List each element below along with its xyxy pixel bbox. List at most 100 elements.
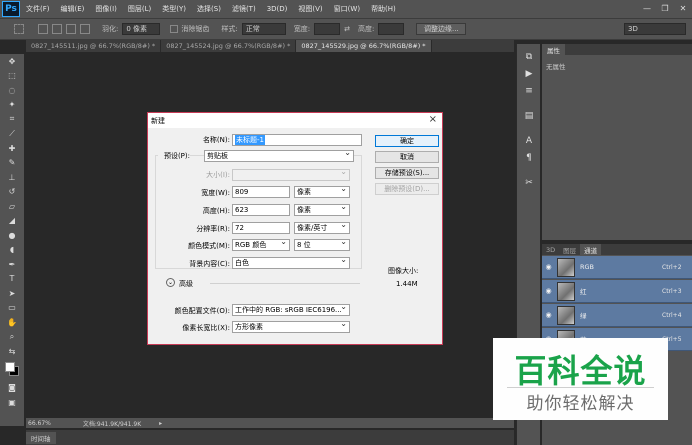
magic-wand-icon[interactable]: ✦ — [0, 98, 24, 113]
menu-window[interactable]: 窗口(W) — [334, 4, 360, 14]
workspace-select[interactable]: 3D — [624, 23, 686, 35]
new-selection-icon[interactable] — [38, 24, 48, 34]
quick-mask-icon[interactable]: ◙ — [0, 381, 24, 396]
menu-image[interactable]: 图像(I) — [95, 4, 117, 14]
style-select[interactable]: 正常 — [241, 23, 286, 35]
healing-brush-icon[interactable]: ✚ — [0, 141, 24, 156]
color-profile-select[interactable]: 工作中的 RGB: sRGB IEC6196... — [232, 304, 350, 316]
channel-thumbnail — [557, 257, 575, 277]
marquee-tool-icon[interactable]: ⬚ — [0, 69, 24, 84]
brush-tool-icon[interactable]: ✎ — [0, 156, 24, 171]
background-select[interactable]: 白色 — [232, 257, 350, 269]
refine-edge-button[interactable]: 调整边缘... — [416, 23, 467, 35]
channel-row-green[interactable]: ◉ 绿 Ctrl+4 — [542, 304, 692, 327]
marquee-tool-icon[interactable] — [14, 24, 24, 34]
character-panel-icon[interactable]: A — [517, 132, 541, 149]
zoom-level[interactable]: 66.67% — [28, 420, 51, 427]
timeline-tab[interactable]: 时间轴 — [26, 431, 56, 444]
feather-input[interactable]: 0 像素 — [122, 23, 161, 35]
path-selection-icon[interactable]: ➤ — [0, 286, 24, 301]
status-arrow-icon[interactable]: ▸ — [159, 420, 162, 427]
pen-tool-icon[interactable]: ✒ — [0, 257, 24, 272]
new-document-dialog: 新建 × 名称(N): 未标题-1 预设(P): 剪贴板 大小(I): 宽度(W… — [147, 112, 443, 345]
close-icon[interactable]: × — [429, 114, 437, 125]
cancel-button[interactable]: 取消 — [375, 151, 439, 163]
adjustments-panel-icon[interactable]: ≡ — [517, 82, 541, 99]
advanced-toggle[interactable]: 高级 — [179, 279, 193, 289]
channel-row-red[interactable]: ◉ 红 Ctrl+3 — [542, 280, 692, 303]
add-selection-icon[interactable] — [52, 24, 62, 34]
antialias-checkbox[interactable] — [170, 25, 179, 33]
width-input[interactable]: 809 — [232, 186, 290, 198]
ok-button[interactable]: 确定 — [375, 135, 439, 147]
menu-filter[interactable]: 滤镜(T) — [232, 4, 256, 14]
dodge-tool-icon[interactable]: ◖ — [0, 243, 24, 258]
width-unit-select[interactable]: 像素 — [294, 186, 350, 198]
paint-bucket-icon[interactable]: ◢ — [0, 214, 24, 229]
actions-panel-icon[interactable]: ▶ — [517, 65, 541, 82]
lasso-tool-icon[interactable]: ◌ — [0, 83, 24, 98]
tab-document-2[interactable]: 0827_145524.jpg @ 66.7%(RGB/8#) * — [161, 40, 297, 52]
size-select — [232, 169, 350, 181]
tools-preset-icon[interactable]: ✂ — [517, 174, 541, 191]
menu-type[interactable]: 类型(Y) — [162, 4, 186, 14]
intersect-selection-icon[interactable] — [80, 24, 90, 34]
type-tool-icon[interactable]: T — [0, 272, 24, 287]
resolution-input[interactable]: 72 — [232, 222, 290, 234]
shape-tool-icon[interactable]: ▭ — [0, 301, 24, 316]
preset-select[interactable]: 剪贴板 — [204, 150, 354, 162]
menu-view[interactable]: 视图(V) — [298, 4, 322, 14]
tab-channels[interactable]: 通道 — [580, 244, 602, 255]
foreground-color-swatch[interactable] — [5, 361, 15, 372]
menu-help[interactable]: 帮助(H) — [371, 4, 396, 14]
menu-select[interactable]: 选择(S) — [197, 4, 221, 14]
resolution-unit-select[interactable]: 像素/英寸 — [294, 222, 350, 234]
eyedropper-icon[interactable]: ⟋ — [0, 127, 24, 142]
height-unit-select[interactable]: 像素 — [294, 204, 350, 216]
move-tool-icon[interactable]: ✥ — [0, 54, 24, 69]
hand-tool-icon[interactable]: ✋ — [0, 315, 24, 330]
crop-tool-icon[interactable]: ⌗ — [0, 112, 24, 127]
subtract-selection-icon[interactable] — [66, 24, 76, 34]
tab-document-3[interactable]: 0827_145529.jpg @ 66.7%(RGB/8#) * — [296, 40, 432, 52]
blur-tool-icon[interactable]: ● — [0, 228, 24, 243]
history-panel-icon[interactable]: ⧉ — [517, 48, 541, 65]
menu-layer[interactable]: 图层(L) — [128, 4, 151, 14]
restore-button[interactable]: ❐ — [658, 2, 672, 14]
height-input[interactable] — [378, 23, 405, 35]
swatches-panel-icon[interactable]: ▤ — [517, 107, 541, 124]
clone-stamp-icon[interactable]: ⊥ — [0, 170, 24, 185]
visibility-eye-icon[interactable]: ◉ — [542, 311, 555, 319]
properties-content: 无属性 — [546, 63, 566, 71]
swap-icon[interactable]: ⇄ — [344, 25, 350, 33]
width-label: 宽度(W): — [201, 189, 230, 197]
menu-edit[interactable]: 编辑(E) — [61, 4, 85, 14]
tab-3d[interactable]: 3D — [542, 244, 559, 255]
minimize-button[interactable]: — — [640, 2, 654, 14]
close-window-button[interactable]: ✕ — [676, 2, 690, 14]
zoom-tool-icon[interactable]: ⌕ — [0, 330, 24, 345]
channel-row-rgb[interactable]: ◉ RGB Ctrl+2 — [542, 256, 692, 279]
height-input[interactable]: 623 — [232, 204, 290, 216]
pixel-aspect-select[interactable]: 方形像素 — [232, 321, 350, 333]
name-input[interactable]: 未标题-1 — [232, 134, 362, 146]
history-brush-icon[interactable]: ↺ — [0, 185, 24, 200]
tab-properties[interactable]: 属性 — [542, 44, 565, 55]
chevron-down-icon[interactable]: ⌄ — [166, 278, 175, 287]
screen-mode-icon[interactable]: ▣ — [0, 395, 24, 410]
save-preset-button[interactable]: 存储预设(S)... — [375, 167, 439, 179]
eraser-icon[interactable]: ▱ — [0, 199, 24, 214]
tab-layers[interactable]: 图层 — [559, 244, 580, 255]
width-input[interactable] — [314, 23, 341, 35]
bit-depth-select[interactable]: 8 位 — [294, 239, 350, 251]
tab-document-1[interactable]: 0827_145511.jpg @ 66.7%(RGB/8#) * — [26, 40, 162, 52]
color-mode-select[interactable]: RGB 颜色 — [232, 239, 290, 251]
paragraph-panel-icon[interactable]: ¶ — [517, 149, 541, 166]
visibility-eye-icon[interactable]: ◉ — [542, 263, 555, 271]
visibility-eye-icon[interactable]: ◉ — [542, 287, 555, 295]
menu-file[interactable]: 文件(F) — [26, 4, 50, 14]
watermark-title: 百科全说 — [514, 352, 647, 390]
color-swatches[interactable] — [0, 359, 24, 381]
menu-3d[interactable]: 3D(D) — [267, 5, 288, 13]
swap-colors-icon[interactable]: ⇆ — [0, 344, 24, 359]
